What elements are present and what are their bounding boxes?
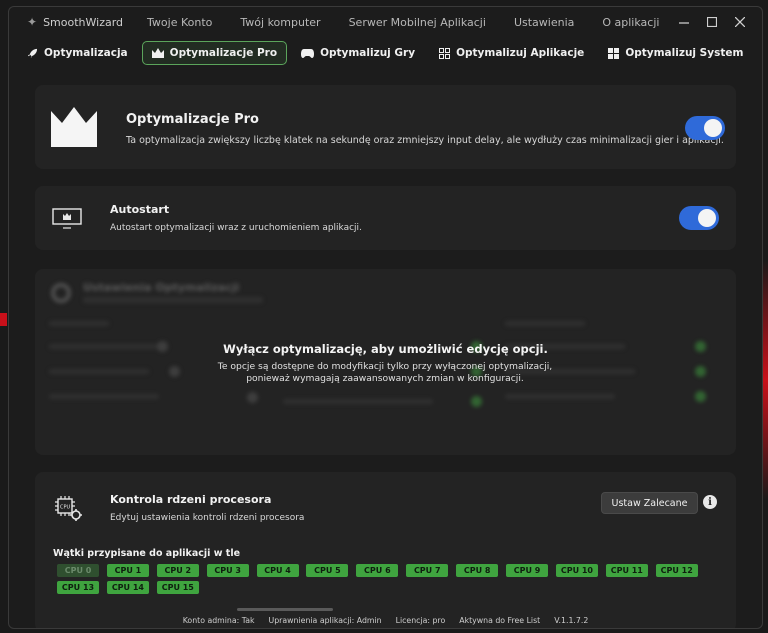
cpu-core-chip[interactable]: CPU 0	[57, 564, 99, 577]
menu-account[interactable]: Twoje Konto	[147, 16, 212, 29]
tab-label: Optymalizacja	[44, 47, 128, 59]
tab-label: Optymalizuj Gry	[320, 47, 416, 59]
tab-optimize-apps[interactable]: Optymalizuj Aplikacje	[429, 41, 594, 65]
title-bar: ✦ SmoothWizard Twoje Konto Twój komputer…	[9, 7, 762, 37]
tab-optimize-system[interactable]: Optymalizuj System	[598, 41, 753, 65]
status-freelist: Aktywna do Free List	[459, 615, 541, 625]
cpu-core-chip[interactable]: CPU 11	[605, 564, 648, 577]
background-streak	[0, 313, 7, 326]
menu-settings[interactable]: Ustawienia	[514, 16, 574, 29]
autostart-title: Autostart	[110, 203, 170, 216]
cpu-core-chip[interactable]: CPU 7	[406, 564, 449, 577]
status-admin: Konto admina: Tak	[182, 615, 255, 625]
tab-optimization-pro[interactable]: Optymalizacje Pro	[141, 41, 288, 65]
threads-label: Wątki przypisane do aplikacji w tle	[53, 548, 241, 559]
svg-text:CPU: CPU	[60, 505, 71, 511]
maximize-button[interactable]	[698, 13, 726, 31]
tab-label: Optymalizuj Aplikacje	[456, 47, 585, 59]
sparkle-icon: ✦	[27, 15, 38, 29]
close-icon	[735, 17, 745, 27]
cpu-gear-icon: CPU	[55, 496, 82, 521]
cpu-control-card: CPU Kontrola rdzeni procesora Edytuj ust…	[35, 472, 737, 628]
close-button[interactable]	[726, 13, 754, 31]
pro-title: Optymalizacje Pro	[126, 112, 259, 127]
toggle-knob	[698, 209, 716, 227]
status-license: Licencja: pro	[395, 615, 446, 625]
crown-icon	[51, 107, 97, 147]
tab-optimization[interactable]: Optymalizacja	[17, 41, 138, 65]
app-brand: ✦ SmoothWizard	[27, 15, 123, 29]
status-version: V.1.1.7.2	[554, 615, 589, 625]
menu-about[interactable]: O aplikacji	[602, 16, 659, 29]
gamepad-icon	[301, 48, 315, 58]
locked-settings-card: Ustawienia Optymalizacji Wyłącz optymali…	[35, 269, 736, 455]
status-permissions: Uprawnienia aplikacji: Admin	[268, 615, 382, 625]
cpu-title: Kontrola rdzeni procesora	[110, 493, 272, 506]
status-bar: Konto admina: Tak Uprawnienia aplikacji:…	[9, 612, 762, 628]
cpu-core-chip[interactable]: CPU 1	[106, 564, 149, 577]
menu-computer[interactable]: Twój komputer	[240, 16, 320, 29]
cpu-core-chip[interactable]: CPU 10	[555, 564, 598, 577]
menu-mobile-server[interactable]: Serwer Mobilnej Aplikacji	[349, 16, 486, 29]
cpu-core-chip[interactable]: CPU 5	[306, 564, 349, 577]
pro-optimization-card: Optymalizacje Pro Ta optymalizacja zwięk…	[35, 85, 736, 169]
rocket-icon	[27, 48, 38, 59]
cpu-core-chip[interactable]: CPU 3	[206, 564, 249, 577]
gear-icon	[51, 283, 71, 303]
locked-overlay-title: Wyłącz optymalizację, aby umożliwić edyc…	[223, 342, 548, 356]
horizontal-scrollbar[interactable]	[237, 608, 333, 611]
cpu-core-chip[interactable]: CPU 6	[356, 564, 399, 577]
cpu-core-chip[interactable]: CPU 2	[156, 564, 199, 577]
main-tabs: Optymalizacja Optymalizacje Pro Optymali…	[17, 41, 757, 65]
cpu-core-grid: CPU 0 CPU 1 CPU 2 CPU 3 CPU 4 CPU 5 CPU 6 CPU 7…	[57, 564, 737, 598]
minimize-icon	[679, 22, 689, 24]
cpu-core-chip[interactable]: CPU 4	[256, 564, 299, 577]
autostart-description: Autostart optymalizacji wraz z uruchomie…	[110, 223, 362, 233]
set-recommended-button[interactable]: Ustaw Zalecane	[601, 492, 698, 514]
pro-description: Ta optymalizacja zwiększy liczbę klatek …	[126, 135, 724, 146]
cpu-core-chip[interactable]: CPU 14	[106, 581, 149, 594]
cpu-core-chip[interactable]: CPU 15	[156, 581, 199, 594]
cpu-core-chip[interactable]: CPU 8	[456, 564, 499, 577]
top-menu: Twoje Konto Twój komputer Serwer Mobilne…	[147, 16, 687, 29]
windows-icon	[608, 47, 620, 59]
window-controls	[670, 13, 754, 31]
cpu-core-chip[interactable]: CPU 13	[57, 581, 99, 594]
tab-optimize-games[interactable]: Optymalizuj Gry	[291, 41, 425, 65]
maximize-icon	[707, 17, 717, 27]
locked-overlay-description: Te opcje są dostępne do modyfikacji tylk…	[217, 361, 553, 384]
tab-label: Optymalizuj System	[625, 47, 744, 59]
crown-icon	[151, 48, 164, 58]
autostart-toggle[interactable]	[679, 206, 719, 230]
cpu-core-chip[interactable]: CPU 12	[655, 564, 698, 577]
settings-title: Ustawienia Optymalizacji	[83, 281, 240, 294]
toggle-knob	[704, 119, 722, 137]
autostart-card: Autostart Autostart optymalizacji wraz z…	[35, 186, 736, 250]
app-window: ✦ SmoothWizard Twoje Konto Twój komputer…	[8, 6, 763, 629]
minimize-button[interactable]	[670, 13, 698, 31]
info-icon[interactable]: i	[703, 495, 717, 509]
monitor-crown-icon	[52, 208, 82, 229]
cpu-description: Edytuj ustawienia kontroli rdzeni proces…	[110, 513, 305, 523]
cpu-core-chip[interactable]: CPU 9	[506, 564, 549, 577]
tab-label: Optymalizacje Pro	[169, 47, 278, 59]
app-name: SmoothWizard	[43, 15, 124, 29]
apps-grid-icon	[439, 47, 451, 59]
pro-toggle[interactable]	[685, 116, 725, 140]
